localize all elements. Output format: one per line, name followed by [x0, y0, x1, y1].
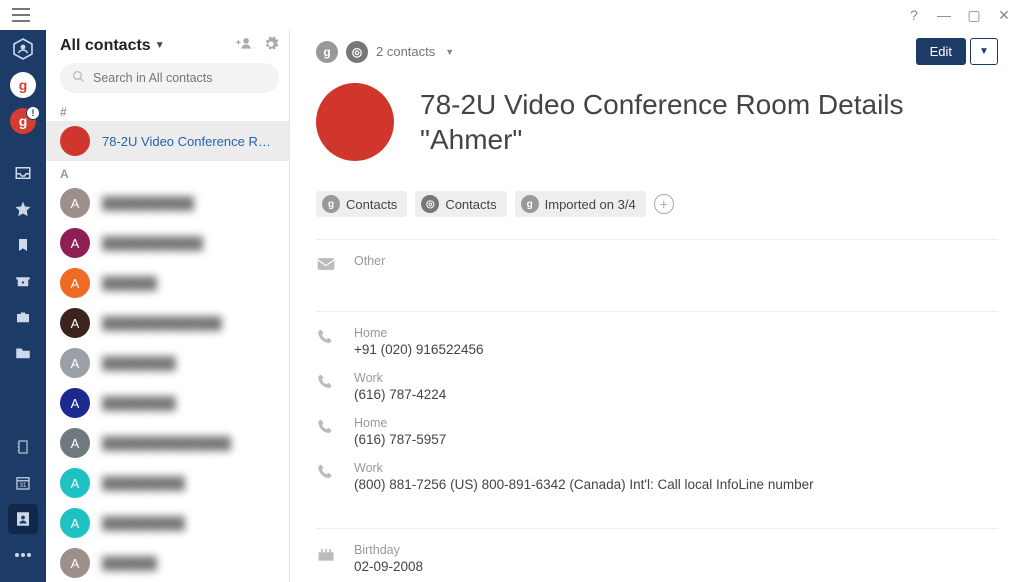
- minimize-button[interactable]: —: [936, 7, 952, 23]
- avatar: A: [60, 188, 90, 218]
- contact-row[interactable]: A ██████: [46, 543, 289, 582]
- phone-value: (616) 787-5957: [354, 432, 446, 447]
- contact-row[interactable]: A ████████: [46, 343, 289, 383]
- avatar: A: [60, 228, 90, 258]
- phone-field: Home+91 (020) 916522456: [316, 326, 998, 357]
- titlebar: ? — ▢ ✕: [0, 0, 1024, 30]
- contact-name: █████████████: [102, 316, 222, 331]
- count-label: 2 contacts: [376, 44, 435, 59]
- source-badge-icon: ◎: [346, 41, 368, 63]
- source-badge-icon: g: [316, 41, 338, 63]
- contact-name: ██████████████: [102, 436, 231, 451]
- email-field: Other: [316, 254, 998, 275]
- rail-notebook[interactable]: [8, 432, 38, 462]
- contact-name: ████████: [102, 356, 176, 371]
- list-title-text: All contacts: [60, 37, 151, 55]
- chevron-down-icon: ▼: [445, 47, 454, 57]
- phone-value: (800) 881-7256 (US) 800-891-6342 (Canada…: [354, 477, 814, 492]
- avatar: A: [60, 468, 90, 498]
- birthday-icon: [316, 543, 338, 574]
- help-button[interactable]: ?: [906, 7, 922, 23]
- email-icon: [316, 254, 338, 275]
- tag-contacts-2[interactable]: ◎Contacts: [415, 191, 506, 217]
- avatar: A: [60, 348, 90, 378]
- edit-dropdown[interactable]: ▼: [970, 38, 998, 65]
- phone-field: Work(616) 787-4224: [316, 371, 998, 402]
- section-header-a: A: [46, 161, 289, 183]
- contact-title: 78-2U Video Conference Room Details "Ahm…: [420, 87, 904, 157]
- phone-icon: [316, 416, 338, 447]
- avatar: [60, 126, 90, 156]
- contact-row[interactable]: A ██████████████: [46, 423, 289, 463]
- edit-button[interactable]: Edit: [916, 38, 966, 65]
- rail-folder[interactable]: [8, 338, 38, 368]
- phone-icon: [316, 371, 338, 402]
- phone-value: +91 (020) 916522456: [354, 342, 484, 357]
- rail-all-contacts[interactable]: [8, 34, 38, 64]
- gear-icon[interactable]: [263, 36, 279, 55]
- contact-name: ██████████: [102, 196, 194, 211]
- section-header-hash: #: [46, 99, 289, 121]
- contact-name: ██████: [102, 556, 157, 571]
- contact-name: 78-2U Video Conference Room...: [102, 134, 275, 149]
- rail-contacts[interactable]: [8, 504, 38, 534]
- contact-name: █████████: [102, 476, 185, 491]
- contact-count[interactable]: g ◎ 2 contacts ▼: [316, 41, 454, 63]
- search-input[interactable]: [93, 71, 267, 85]
- contact-row[interactable]: A █████████: [46, 503, 289, 543]
- rail-more[interactable]: [8, 540, 38, 570]
- phone-value: (616) 787-4224: [354, 387, 446, 402]
- chevron-down-icon: ▼: [155, 40, 165, 51]
- rail-google-account-1[interactable]: g: [8, 70, 38, 100]
- avatar: A: [60, 548, 90, 578]
- rail-google-account-2[interactable]: g: [8, 106, 38, 136]
- contact-name: █████████: [102, 516, 185, 531]
- rail-calendar[interactable]: 31: [8, 468, 38, 498]
- search-input-container[interactable]: [60, 63, 279, 93]
- rail-briefcase[interactable]: [8, 302, 38, 332]
- rail-inbox[interactable]: [8, 158, 38, 188]
- contact-name: ███████████: [102, 236, 203, 251]
- contact-name: ██████: [102, 276, 157, 291]
- contact-name: ████████: [102, 396, 176, 411]
- rail-archive[interactable]: [8, 266, 38, 296]
- list-title[interactable]: All contacts ▼: [60, 37, 235, 55]
- tag-imported[interactable]: gImported on 3/4: [515, 191, 646, 217]
- contact-row[interactable]: A ███████████: [46, 223, 289, 263]
- email-label: Other: [354, 254, 385, 268]
- contact-avatar: [316, 83, 394, 161]
- detail-panel: g ◎ 2 contacts ▼ Edit ▼ 78-2U Video Conf…: [290, 30, 1024, 582]
- avatar: A: [60, 428, 90, 458]
- phone-icon: [316, 326, 338, 357]
- search-icon: [72, 70, 85, 86]
- contact-row[interactable]: A █████████████: [46, 303, 289, 343]
- add-contact-icon[interactable]: [235, 36, 253, 55]
- contact-list-panel: All contacts ▼ # 78-2U Video Conf: [46, 30, 290, 582]
- hamburger-menu[interactable]: [6, 0, 36, 30]
- phone-icon: [316, 461, 338, 492]
- close-button[interactable]: ✕: [996, 7, 1012, 24]
- nav-rail: g g 31: [0, 30, 46, 582]
- rail-bookmarks[interactable]: [8, 230, 38, 260]
- avatar: A: [60, 268, 90, 298]
- contact-row[interactable]: A █████████: [46, 463, 289, 503]
- contact-row[interactable]: A ██████: [46, 263, 289, 303]
- avatar: A: [60, 388, 90, 418]
- contact-row[interactable]: A ████████: [46, 383, 289, 423]
- birthday-value: 02-09-2008: [354, 559, 423, 574]
- avatar: A: [60, 308, 90, 338]
- rail-starred[interactable]: [8, 194, 38, 224]
- contact-row[interactable]: A ██████████: [46, 183, 289, 223]
- phone-field: Work(800) 881-7256 (US) 800-891-6342 (Ca…: [316, 461, 998, 492]
- phone-field: Home(616) 787-5957: [316, 416, 998, 447]
- avatar: A: [60, 508, 90, 538]
- tag-contacts-1[interactable]: gContacts: [316, 191, 407, 217]
- birthday-field: Birthday02-09-2008: [316, 543, 998, 574]
- contact-row-selected[interactable]: 78-2U Video Conference Room...: [46, 121, 289, 161]
- add-tag-button[interactable]: +: [654, 194, 674, 214]
- svg-text:31: 31: [20, 483, 27, 489]
- maximize-button[interactable]: ▢: [966, 7, 982, 24]
